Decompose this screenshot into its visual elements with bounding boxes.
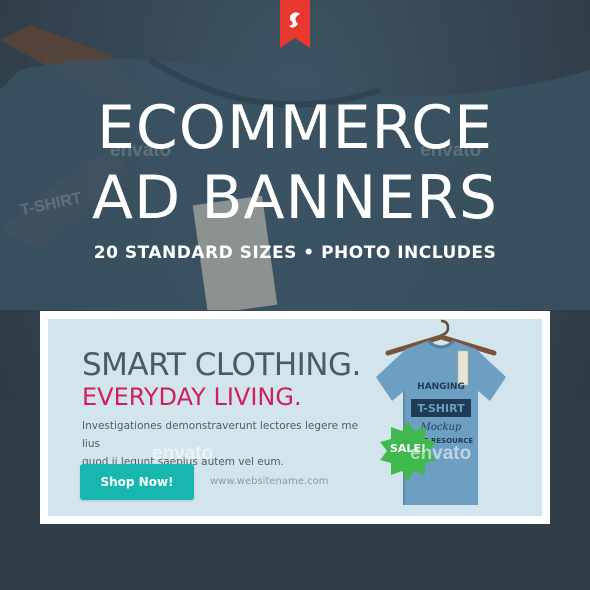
website-url[interactable]: www.websitename.com xyxy=(210,476,328,487)
banner-body-text: Investigationes demonstraverunt lectores… xyxy=(82,417,372,471)
shirt-print-line-2: T-SHIRT xyxy=(417,402,465,415)
banner-watermark-left: envato xyxy=(152,443,214,464)
shirt-print-line-1: HANGING xyxy=(417,382,465,392)
banner-watermark-right: envato xyxy=(410,443,472,464)
banner-headline: SMART CLOTHING. xyxy=(82,347,361,383)
page-subtitle: 20 STANDARD SIZES • PHOTO INCLUDES xyxy=(93,243,497,263)
bookmark-logo-icon xyxy=(280,0,310,48)
banner-subhead: EVERYDAY LIVING. xyxy=(82,383,302,411)
watermark-left: envato xyxy=(110,140,172,161)
shop-now-button[interactable]: Shop Now! xyxy=(80,464,194,500)
banner-panel: SMART CLOTHING. EVERYDAY LIVING. Investi… xyxy=(48,319,542,516)
tshirt-image: HANGING T-SHIRT Mockup FREE RESOURCE xyxy=(366,319,516,516)
hanger-icon: HANGING T-SHIRT Mockup FREE RESOURCE xyxy=(376,319,506,505)
page-title-line-1: ECOMMERCE xyxy=(97,93,493,163)
ad-banner-preview: SMART CLOTHING. EVERYDAY LIVING. Investi… xyxy=(40,311,550,524)
watermark-right: envato xyxy=(420,140,482,161)
banner-body-line-1: Investigationes demonstraverunt lectores… xyxy=(82,420,359,450)
page-title-line-2: AD BANNERS xyxy=(92,163,498,233)
